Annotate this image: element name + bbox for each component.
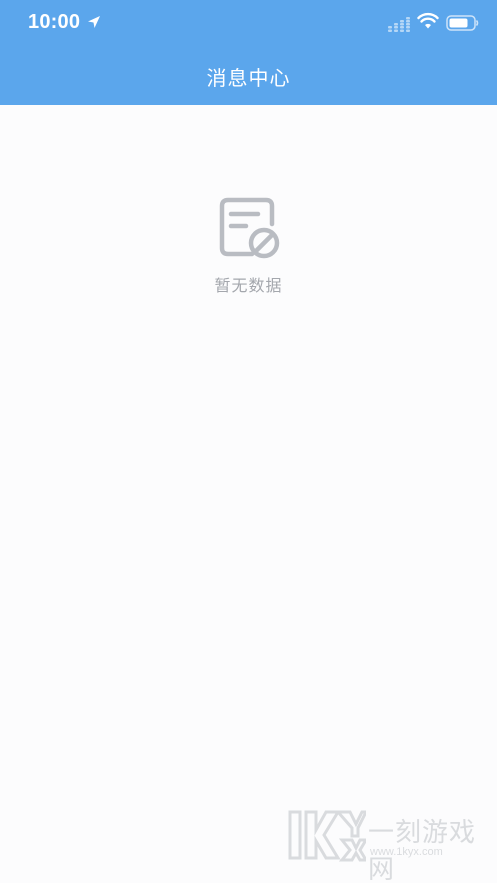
status-bar: 10:00 (0, 0, 497, 48)
status-time: 10:00 (28, 11, 81, 33)
document-no-data-icon (219, 197, 280, 259)
location-arrow-icon (88, 16, 100, 28)
cellular-signal-icon (388, 17, 410, 32)
watermark-url: www.1kyx.com (370, 846, 443, 858)
app-header: 10:00 消息中心 (0, 0, 497, 105)
empty-state: 暂无数据 (0, 196, 497, 296)
battery-icon (446, 15, 479, 31)
wifi-icon (417, 12, 439, 29)
watermark-logo (288, 810, 366, 862)
page-title: 消息中心 (206, 66, 291, 90)
empty-state-text: 暂无数据 (214, 276, 283, 295)
watermark: 一刻游戏网 www.1kyx.com (286, 808, 497, 883)
